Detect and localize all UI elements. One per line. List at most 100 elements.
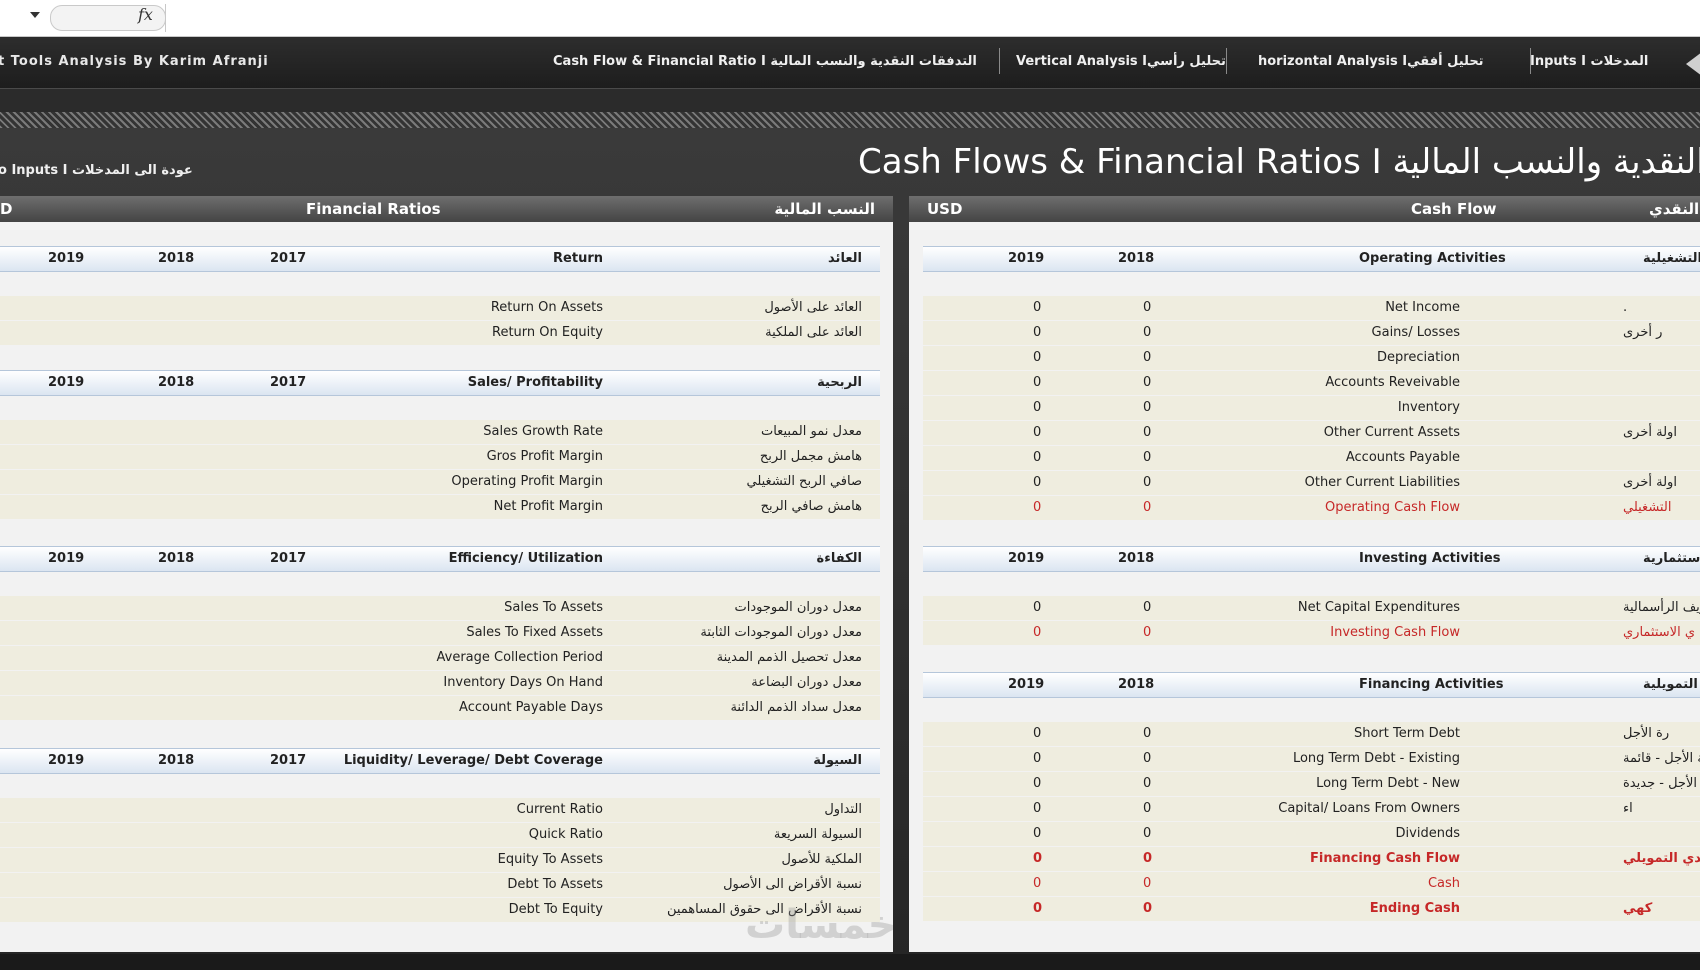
value-2018: 0 [1143, 475, 1152, 490]
value-2019: 0 [1033, 600, 1042, 615]
nav-divider [999, 48, 1000, 74]
value-2019: 0 [1033, 826, 1042, 841]
ratio-label-en: Return On Equity [492, 325, 603, 340]
cash-flow-label-ar: رة الأجل [1623, 726, 1670, 741]
cash-flow-label-ar: قدي التمويلي [1623, 851, 1700, 866]
nav-arrow-icon[interactable] [1686, 52, 1700, 76]
tab-inputs[interactable]: Inputs I المدخلات [1530, 54, 1648, 69]
ratio-label-en: Debt To Equity [508, 902, 603, 917]
cash-flow-row: 0 0 Other Current Liabilities اولة أخرى [923, 471, 1700, 495]
cash-flow-row: 0 0 Other Current Assets اولة أخرى [923, 421, 1700, 445]
ratio-label-ar: العائد على الملكية [765, 325, 862, 340]
year-label: 2018 [158, 375, 195, 390]
ratio-row: Return On Equity العائد على الملكية [0, 321, 880, 345]
cash-flow-label-ar: التشغيلي [1623, 500, 1672, 515]
currency-label: USD [927, 200, 963, 218]
cash-flow-label-en: Dividends [1395, 826, 1460, 841]
cash-flow-row: 0 0 Operating Cash Flow التشغيلي [923, 496, 1700, 520]
ratio-label-en: Account Payable Days [459, 700, 603, 715]
cash-flow-row: 0 0 Dividends [923, 822, 1700, 846]
ratio-label-ar: الملكية للأصول [781, 852, 862, 867]
year-label: 2019 [48, 251, 85, 266]
section-name-en: Liquidity/ Leverage/ Debt Coverage [343, 753, 603, 768]
year-label: 2019 [48, 551, 85, 566]
cash-flow-header: USD Cash Flow النقدي [909, 196, 1700, 222]
cash-flow-label-ar: ر أخرى [1623, 325, 1663, 340]
section-name-en: Return [553, 251, 603, 266]
cash-flow-label-ar: ض طويلة الأجل - قائمة [1623, 751, 1700, 766]
value-2018: 0 [1143, 751, 1152, 766]
tab-cash-flow-ratios[interactable]: Cash Flow & Financial Ratio I التدفقات ا… [553, 54, 977, 69]
section-header: 2019 2018 2017 Efficiency/ Utilization الكفا… [0, 546, 880, 572]
value-2018: 0 [1143, 350, 1152, 365]
value-2018: 0 [1143, 400, 1152, 415]
top-nav: t Tools Analysis By Karim Afranji Cash F… [0, 38, 1700, 89]
value-2019: 0 [1033, 776, 1042, 791]
financial-ratios-header: D Financial Ratios النسب المالية [0, 196, 893, 222]
ratio-row: Gros Profit Margin هامش مجمل الربح [0, 445, 880, 469]
value-2019: 0 [1033, 500, 1042, 515]
year-label: 2019 [48, 375, 85, 390]
cash-flow-label-ar: اولة أخرى [1623, 475, 1677, 490]
year-label: 2018 [158, 551, 195, 566]
section-name-ar: السيولة [813, 753, 862, 768]
tab-horizontal-analysis[interactable]: horizontal Analysis Iتحليل أفقي [1258, 54, 1484, 69]
section-name-ar: التشغيلية [1643, 251, 1700, 266]
fx-icon[interactable]: fx [138, 5, 153, 24]
cash-flow-label-en: Financing Cash Flow [1310, 851, 1460, 866]
panel-title-en: Cash Flow [1411, 200, 1497, 218]
ratio-row: Equity To Assets الملكية للأصول [0, 848, 880, 872]
value-2018: 0 [1143, 726, 1152, 741]
cash-flow-label-en: Ending Cash [1369, 901, 1460, 916]
cash-flow-label-en: Operating Cash Flow [1325, 500, 1460, 515]
ratio-label-ar: معدل دوران الموجودات [734, 600, 862, 615]
section-header: 2019 2018 Investing Activities الاستثمارية [923, 546, 1700, 572]
year-label: 2019 [1008, 677, 1045, 692]
year-label: 2018 [1118, 251, 1155, 266]
cash-flow-label-ar: ض طويلة الأجل - جديدة [1623, 776, 1700, 791]
value-2018: 0 [1143, 625, 1152, 640]
ratio-label-ar: هامش صافي الربح [760, 499, 862, 514]
formula-bar: fx [0, 0, 1700, 37]
year-label: 2017 [270, 753, 307, 768]
ratio-label-en: Current Ratio [516, 802, 603, 817]
value-2018: 0 [1143, 851, 1153, 866]
cash-flow-row: 0 0 Net Income. [923, 296, 1700, 320]
ratio-label-en: Sales To Fixed Assets [466, 625, 603, 640]
back-to-inputs-link[interactable]: o Inputs I عودة الى المدخلات [0, 163, 193, 178]
page-title: Cash Flows & Financial Ratios I قات النق… [858, 142, 1700, 182]
section-name-en: Financing Activities [1359, 677, 1504, 692]
value-2018: 0 [1143, 425, 1152, 440]
ratio-label-en: Inventory Days On Hand [443, 675, 603, 690]
cash-flow-label-en: Short Term Debt [1353, 726, 1460, 741]
cash-flow-row: 0 0 Short Term Debt رة الأجل [923, 722, 1700, 746]
section-name-en: Investing Activities [1359, 551, 1501, 566]
ratio-label-en: Operating Profit Margin [451, 474, 603, 489]
name-box-dropdown-icon[interactable] [30, 12, 40, 18]
financial-ratios-panel: D Financial Ratios النسب المالية 2019 201… [0, 196, 893, 952]
tab-vertical-analysis[interactable]: Vertical Analysis Iتحليل رأسي [1016, 54, 1226, 69]
ratio-label-en: Net Profit Margin [493, 499, 603, 514]
cash-flow-row: 0 0 Long Term Debt - New ض طويلة الأجل - جد… [923, 772, 1700, 796]
value-2019: 0 [1033, 375, 1042, 390]
year-label: 2018 [1118, 677, 1155, 692]
cash-flow-label-en: Cash [1427, 876, 1460, 891]
cash-flow-label-ar: اولة أخرى [1623, 425, 1677, 440]
cash-flow-panel: USD Cash Flow النقدي 2019 2018 Operating A… [909, 196, 1700, 952]
section-name-en: Efficiency/ Utilization [448, 551, 603, 566]
value-2018: 0 [1143, 375, 1152, 390]
section-name-ar: التمويلية [1643, 677, 1698, 692]
cash-flow-label-ar: اء [1623, 801, 1633, 816]
formula-input[interactable] [166, 0, 1700, 36]
section-header: 2019 2018 2017 Liquidity/ Leverage/ Debt Co… [0, 748, 880, 774]
value-2019: 0 [1033, 901, 1043, 916]
ratio-row: Debt To Assets نسبة الأقراض الى الأصول [0, 873, 880, 897]
cash-flow-row: 0 0 Inventory [923, 396, 1700, 420]
value-2019: 0 [1033, 350, 1042, 365]
panel-title-ar: النقدي [1649, 200, 1700, 218]
cash-flow-label-en: Depreciation [1377, 350, 1460, 365]
value-2019: 0 [1033, 726, 1042, 741]
cash-flow-row: 0 0 Accounts Payable [923, 446, 1700, 470]
cash-flow-label-ar: ي الاستثماري [1623, 625, 1696, 640]
section-name-ar: الكفاءة [816, 551, 862, 566]
